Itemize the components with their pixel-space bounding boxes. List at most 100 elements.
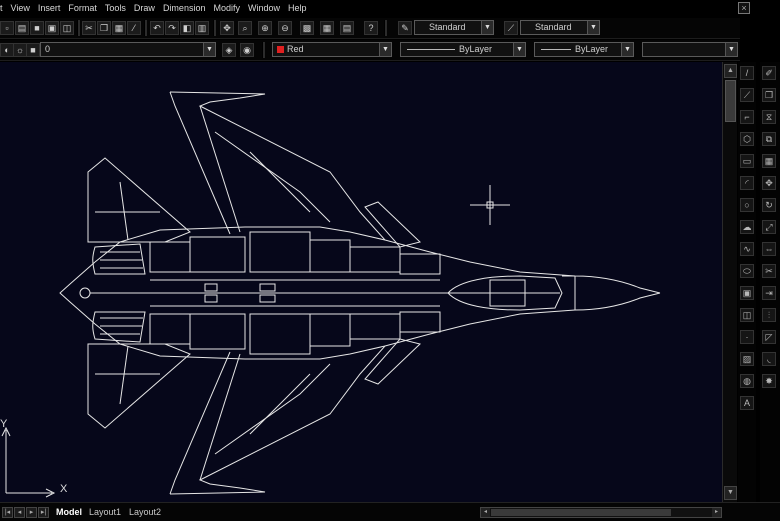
tab-layout1[interactable]: Layout1 (89, 506, 121, 519)
color-dropdown[interactable]: Red ▼ (272, 42, 392, 57)
explode-icon[interactable]: ✸ (762, 374, 776, 388)
move-icon[interactable]: ✥ (762, 176, 776, 190)
scroll-thumb[interactable] (725, 80, 736, 122)
save-icon[interactable]: ■ (30, 21, 44, 35)
close-drawing-button[interactable]: × (738, 2, 750, 14)
undo-icon[interactable]: ↶ (150, 21, 164, 35)
zoom-realtime-icon[interactable]: ⌕ (238, 21, 252, 35)
revcloud-icon[interactable]: ☁ (740, 220, 754, 234)
linetype-value: ByLayer (459, 44, 493, 54)
help-icon[interactable]: ? (364, 21, 378, 35)
tab-layout2[interactable]: Layout2 (129, 506, 161, 519)
drawing-area[interactable] (0, 62, 722, 502)
chamfer-icon[interactable]: ◸ (762, 330, 776, 344)
horizontal-scrollbar[interactable]: ◂ ▸ (480, 507, 722, 518)
line-icon[interactable]: / (740, 66, 754, 80)
design-center-icon[interactable]: ▥ (195, 21, 209, 35)
xline-icon[interactable]: ⟋ (740, 88, 754, 102)
region-icon[interactable]: ◍ (740, 374, 754, 388)
copy-object-icon[interactable]: ❐ (762, 88, 776, 102)
rectangle-icon[interactable]: ▭ (740, 154, 754, 168)
mirror-icon[interactable]: ⧖ (762, 110, 776, 124)
next-tab-icon[interactable]: ▸ (26, 507, 37, 518)
calculator-icon[interactable]: ▤ (340, 21, 354, 35)
menu-item-format[interactable]: Format (65, 0, 102, 16)
offset-icon[interactable]: ⧉ (762, 132, 776, 146)
preview-icon[interactable]: ◫ (60, 21, 74, 35)
menu-item-help[interactable]: Help (285, 0, 312, 16)
hscroll-thumb[interactable] (491, 509, 671, 516)
trim-icon[interactable]: ✂ (762, 264, 776, 278)
lineweight-dropdown[interactable]: ByLayer ▼ (534, 42, 634, 57)
menu-item-insert[interactable]: Insert (35, 0, 66, 16)
zoom-previous-icon[interactable]: ⊖ (278, 21, 292, 35)
polyline-icon[interactable]: ⌐ (740, 110, 754, 124)
make-block-icon[interactable]: ◫ (740, 308, 754, 322)
text-style-value: Standard (429, 22, 466, 32)
scroll-left-icon[interactable]: ◂ (481, 508, 490, 517)
prev-tab-icon[interactable]: ◂ (14, 507, 25, 518)
menu-item-dimension[interactable]: Dimension (160, 0, 211, 16)
new-icon[interactable]: ▫ (0, 21, 14, 35)
layer-on-icon[interactable]: ◐ (0, 43, 14, 57)
standard-toolbar: ▫ ▤ ■ ▣ ◫ ✂ ❐ ▦ ⁄ ↶ ↷ ◧ ▥ ✥ ⌕ ⊕ ⊖ ▩ ▦ ▤ … (0, 18, 740, 39)
paste-icon[interactable]: ▦ (112, 21, 126, 35)
cut-icon[interactable]: ✂ (82, 21, 96, 35)
menu-item-draw[interactable]: Draw (131, 0, 160, 16)
rotate-icon[interactable]: ↻ (762, 198, 776, 212)
scroll-right-icon[interactable]: ▸ (712, 508, 721, 517)
scroll-down-icon[interactable]: ▼ (724, 486, 737, 500)
menu-item-tools[interactable]: Tools (102, 0, 131, 16)
stretch-icon[interactable]: ⇔ (762, 242, 776, 256)
text-style-dropdown[interactable]: Standard ▼ (414, 20, 494, 35)
zoom-window-icon[interactable]: ⊕ (258, 21, 272, 35)
first-tab-icon[interactable]: |◂ (2, 507, 13, 518)
properties-toolbar: ◐ ☼ ■ 0 ▼ ◈ ◉ Red ▼ ByLayer ▼ ByLayer ▼ … (0, 40, 740, 61)
color-swatch (277, 46, 284, 53)
layer-previous-icon[interactable]: ◉ (240, 43, 254, 57)
layer-manager-icon[interactable]: ▦ (320, 21, 334, 35)
crosshair-cursor (470, 185, 510, 225)
break-icon[interactable]: ⫶ (762, 308, 776, 322)
layer-color-icon[interactable]: ■ (26, 43, 40, 57)
linetype-dropdown[interactable]: ByLayer ▼ (400, 42, 526, 57)
redo-icon[interactable]: ↷ (165, 21, 179, 35)
mtext-icon[interactable]: A (740, 396, 754, 410)
point-icon[interactable]: · (740, 330, 754, 344)
ellipse-icon[interactable]: ⬭ (740, 264, 754, 278)
array-icon[interactable]: ▦ (762, 154, 776, 168)
menu-item-view[interactable]: View (8, 0, 35, 16)
match-prop-icon[interactable]: ⁄ (127, 21, 141, 35)
dim-style-icon[interactable]: ⟋ (504, 21, 518, 35)
circle-icon[interactable]: ○ (740, 198, 754, 212)
text-style-icon[interactable]: ✎ (398, 21, 412, 35)
scroll-up-icon[interactable]: ▲ (724, 64, 737, 78)
tab-model[interactable]: Model (56, 506, 82, 519)
open-icon[interactable]: ▤ (15, 21, 29, 35)
spline-icon[interactable]: ∿ (740, 242, 754, 256)
polygon-icon[interactable]: ⬡ (740, 132, 754, 146)
extend-icon[interactable]: ⇥ (762, 286, 776, 300)
vertical-scrollbar[interactable]: ▲ ▼ (722, 62, 737, 502)
layer-freeze-icon[interactable]: ☼ (13, 43, 27, 57)
fillet-icon[interactable]: ◟ (762, 352, 776, 366)
scale-icon[interactable]: ⤢ (762, 220, 776, 234)
layer-dropdown[interactable]: 0 ▼ (40, 42, 216, 57)
pan-icon[interactable]: ✥ (220, 21, 234, 35)
menu-item-window[interactable]: Window (245, 0, 285, 16)
make-layer-current-icon[interactable]: ◈ (222, 43, 236, 57)
copy-icon[interactable]: ❐ (97, 21, 111, 35)
arc-icon[interactable]: ◜ (740, 176, 754, 190)
dim-style-dropdown[interactable]: Standard ▼ (520, 20, 600, 35)
last-tab-icon[interactable]: ▸| (38, 507, 49, 518)
plot-style-dropdown[interactable]: ▼ (642, 42, 738, 57)
menu-item-file[interactable]: t (0, 0, 8, 16)
erase-icon[interactable]: ✐ (762, 66, 776, 80)
tool-palettes-icon[interactable]: ▩ (300, 21, 314, 35)
menu-item-modify[interactable]: Modify (210, 0, 245, 16)
ucs-x-label: X (60, 483, 68, 495)
properties-icon[interactable]: ◧ (180, 21, 194, 35)
insert-block-icon[interactable]: ▣ (740, 286, 754, 300)
print-icon[interactable]: ▣ (45, 21, 59, 35)
hatch-icon[interactable]: ▨ (740, 352, 754, 366)
